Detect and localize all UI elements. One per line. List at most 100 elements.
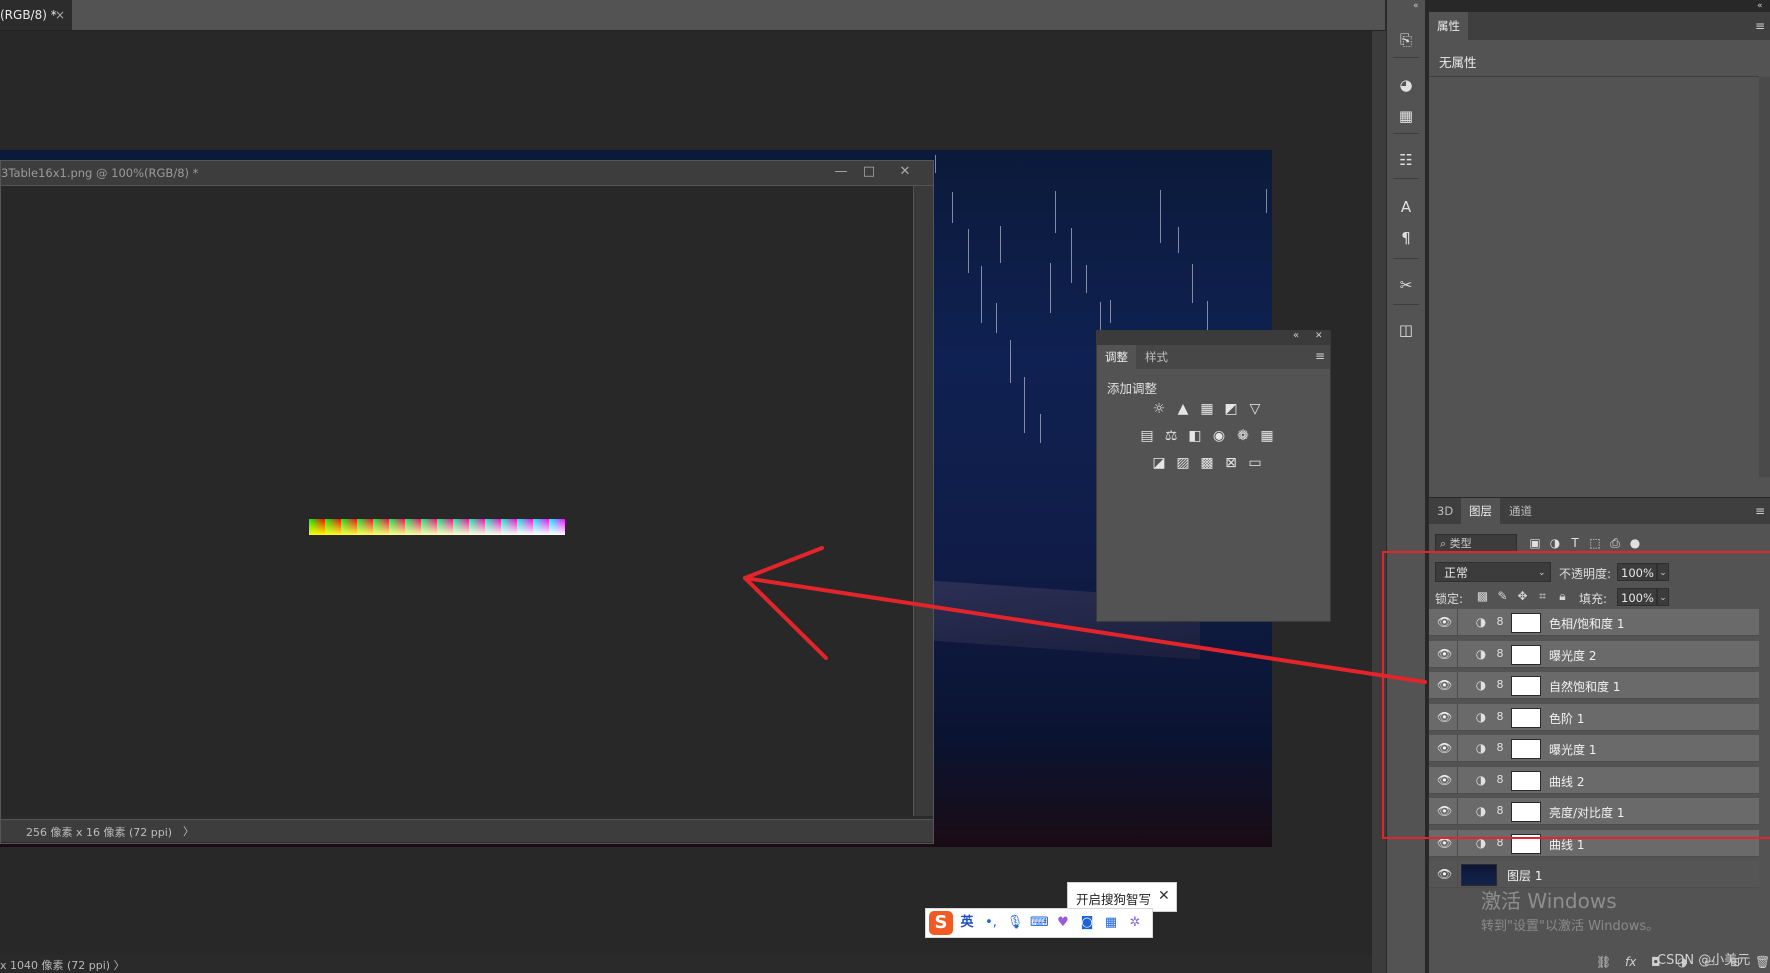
floating-canvas[interactable] [1, 186, 913, 816]
floating-scrollbar[interactable] [913, 186, 933, 816]
libraries-icon[interactable]: ☷ [1396, 150, 1416, 170]
panel-menu-icon[interactable]: ≡ [1315, 349, 1325, 363]
adjustments-tabs: 调整 样式 ≡ [1097, 345, 1330, 369]
toolbox-icon[interactable]: ▦ [1102, 914, 1120, 932]
color-balance-icon[interactable]: ⚖ [1162, 428, 1180, 444]
lut-cell [501, 519, 517, 535]
rain-streak [952, 192, 953, 223]
maximize-icon[interactable]: □ [859, 164, 879, 180]
settings-icon[interactable]: ✲ [1126, 914, 1144, 932]
panel-menu-icon[interactable]: ≡ [1755, 19, 1765, 33]
rain-streak [1055, 191, 1056, 233]
exposure-icon[interactable]: ◩ [1222, 401, 1240, 417]
lut-cell [453, 519, 469, 535]
tools-icon[interactable]: ✂ [1396, 275, 1416, 295]
punctuation-toggle[interactable]: •, [982, 914, 1000, 932]
rain-streak [981, 266, 982, 323]
black-white-icon[interactable]: ◧ [1186, 428, 1204, 444]
layer-name[interactable]: 图层 1 [1507, 867, 1542, 884]
collapse-icon[interactable]: « [1757, 1, 1763, 11]
history-icon[interactable]: ⎘ [1396, 30, 1416, 50]
tab-styles[interactable]: 样式 [1137, 345, 1176, 369]
layer-row[interactable]: 👁︎ 图层 1 [1429, 861, 1759, 888]
posterize-icon[interactable]: ▨ [1174, 455, 1192, 471]
adjustments-panel-header[interactable]: « ✕ [1097, 330, 1330, 345]
lut-cell [533, 519, 549, 535]
minimize-icon[interactable]: — [831, 164, 851, 180]
tab-channels[interactable]: 通道 [1501, 498, 1540, 524]
rain-streak [1192, 264, 1193, 303]
lut-cell [341, 519, 357, 535]
levels-icon[interactable]: ▲ [1174, 401, 1192, 417]
vibrance-icon[interactable]: ▽ [1246, 401, 1264, 417]
brightness-icon[interactable]: ☼ [1150, 401, 1168, 417]
floating-document-window[interactable]: 3Table16x1.png @ 100%(RGB/8) * — □ ✕ 256… [0, 160, 934, 844]
floating-status-bar: 256 像素 x 16 像素 (72 ppi) 〉 [1, 819, 933, 842]
collapse-icon[interactable]: « [1413, 1, 1419, 11]
photo-filter-icon[interactable]: ◉ [1210, 428, 1228, 444]
collapse-icon[interactable]: « [1293, 330, 1299, 341]
hue-saturation-icon[interactable]: ▤ [1138, 428, 1156, 444]
layer-filter-select[interactable]: ⌕ 类型 [1435, 534, 1517, 552]
document-status-text: x 1040 像素 (72 ppi) 〉 [0, 959, 125, 972]
selective-color-icon[interactable]: ⊠ [1222, 455, 1240, 471]
pixel-filter-icon[interactable]: ▣ [1527, 535, 1543, 551]
lut-cell [517, 519, 533, 535]
activate-windows-subtitle: 转到"设置"以激活 Windows。 [1481, 919, 1660, 934]
language-toggle[interactable]: 英 [958, 914, 976, 932]
status-menu-arrow[interactable]: 〉 [183, 823, 194, 839]
layer-comps-icon[interactable]: ◫ [1396, 320, 1416, 340]
curves-icon[interactable]: ▦ [1198, 401, 1216, 417]
no-properties-text: 无属性 [1439, 55, 1477, 70]
properties-scrollbar[interactable] [1759, 77, 1770, 477]
annotation-highlight-box [1382, 551, 1770, 839]
gradient-map-icon[interactable]: ▭ [1246, 455, 1264, 471]
microphone-icon[interactable]: 🎙︎ [1006, 914, 1024, 932]
document-tab[interactable]: (RGB/8) * × [0, 0, 72, 30]
tab-layers[interactable]: 图层 [1461, 498, 1500, 524]
delete-layer-icon[interactable]: 🗑︎ [1755, 955, 1770, 969]
lut-cell [469, 519, 485, 535]
channel-mixer-icon[interactable]: ❁ [1234, 428, 1252, 444]
close-icon[interactable]: ✕ [1158, 888, 1170, 904]
rain-streak [1110, 300, 1111, 323]
divider [1457, 861, 1458, 888]
lut-color-strip [309, 519, 565, 535]
adjustment-filter-icon[interactable]: ◑ [1547, 535, 1563, 551]
color-lookup-icon[interactable]: ▦ [1258, 428, 1276, 444]
document-size: 256 像素 x 16 像素 (72 ppi) [26, 826, 173, 839]
layers-tabs: 3D 图层 通道 ≡ [1429, 498, 1770, 524]
search-icon: ⌕ [1440, 537, 1450, 550]
rain-streak [996, 303, 997, 333]
skin-icon[interactable]: ♥ [1054, 914, 1072, 932]
threshold-icon[interactable]: ▩ [1198, 455, 1216, 471]
close-icon[interactable]: ✕ [895, 164, 915, 180]
lut-cell [421, 519, 437, 535]
adjustments-panel: « ✕ 调整 样式 ≡ 添加调整 ☼ ▲ ▦ ◩ ▽ ▤ ⚖ ◧ ◉ ❁ ▦ ◪… [1096, 330, 1331, 622]
close-icon[interactable]: ✕ [1315, 331, 1323, 341]
tab-properties[interactable]: 属性 [1429, 12, 1468, 40]
filter-toggle-icon[interactable]: ● [1627, 535, 1643, 551]
layer-style-icon[interactable]: fx [1625, 955, 1636, 969]
ime-toolbar: S 英 •, 🎙︎ ⌨ ♥ ◙ ▦ ✲ [925, 908, 1153, 938]
game-icon[interactable]: ◙ [1078, 914, 1096, 932]
swatches-icon[interactable]: ▦ [1396, 106, 1416, 126]
invert-icon[interactable]: ◪ [1150, 455, 1168, 471]
link-layers-icon[interactable]: ⛓ [1596, 955, 1611, 969]
lut-cell [325, 519, 341, 535]
tab-adjustments[interactable]: 调整 [1097, 345, 1136, 369]
color-palette-icon[interactable]: ◕ [1396, 75, 1416, 95]
visibility-eye-icon[interactable]: 👁︎ [1437, 867, 1452, 881]
type-filter-icon[interactable]: T [1567, 535, 1583, 551]
panel-menu-icon[interactable]: ≡ [1755, 504, 1765, 518]
tab-3d[interactable]: 3D [1429, 498, 1461, 524]
keyboard-icon[interactable]: ⌨ [1030, 914, 1049, 932]
smart-object-filter-icon[interactable]: ⎙ [1607, 535, 1623, 551]
character-icon[interactable]: A [1396, 197, 1416, 217]
floating-window-titlebar[interactable]: 3Table16x1.png @ 100%(RGB/8) * — □ ✕ [1, 161, 933, 186]
paragraph-icon[interactable]: ¶ [1396, 228, 1416, 248]
sogou-logo-icon[interactable]: S [929, 911, 953, 935]
layer-thumbnail[interactable] [1461, 864, 1497, 886]
shape-filter-icon[interactable]: ⬚ [1587, 535, 1603, 551]
close-icon[interactable]: × [55, 0, 65, 30]
